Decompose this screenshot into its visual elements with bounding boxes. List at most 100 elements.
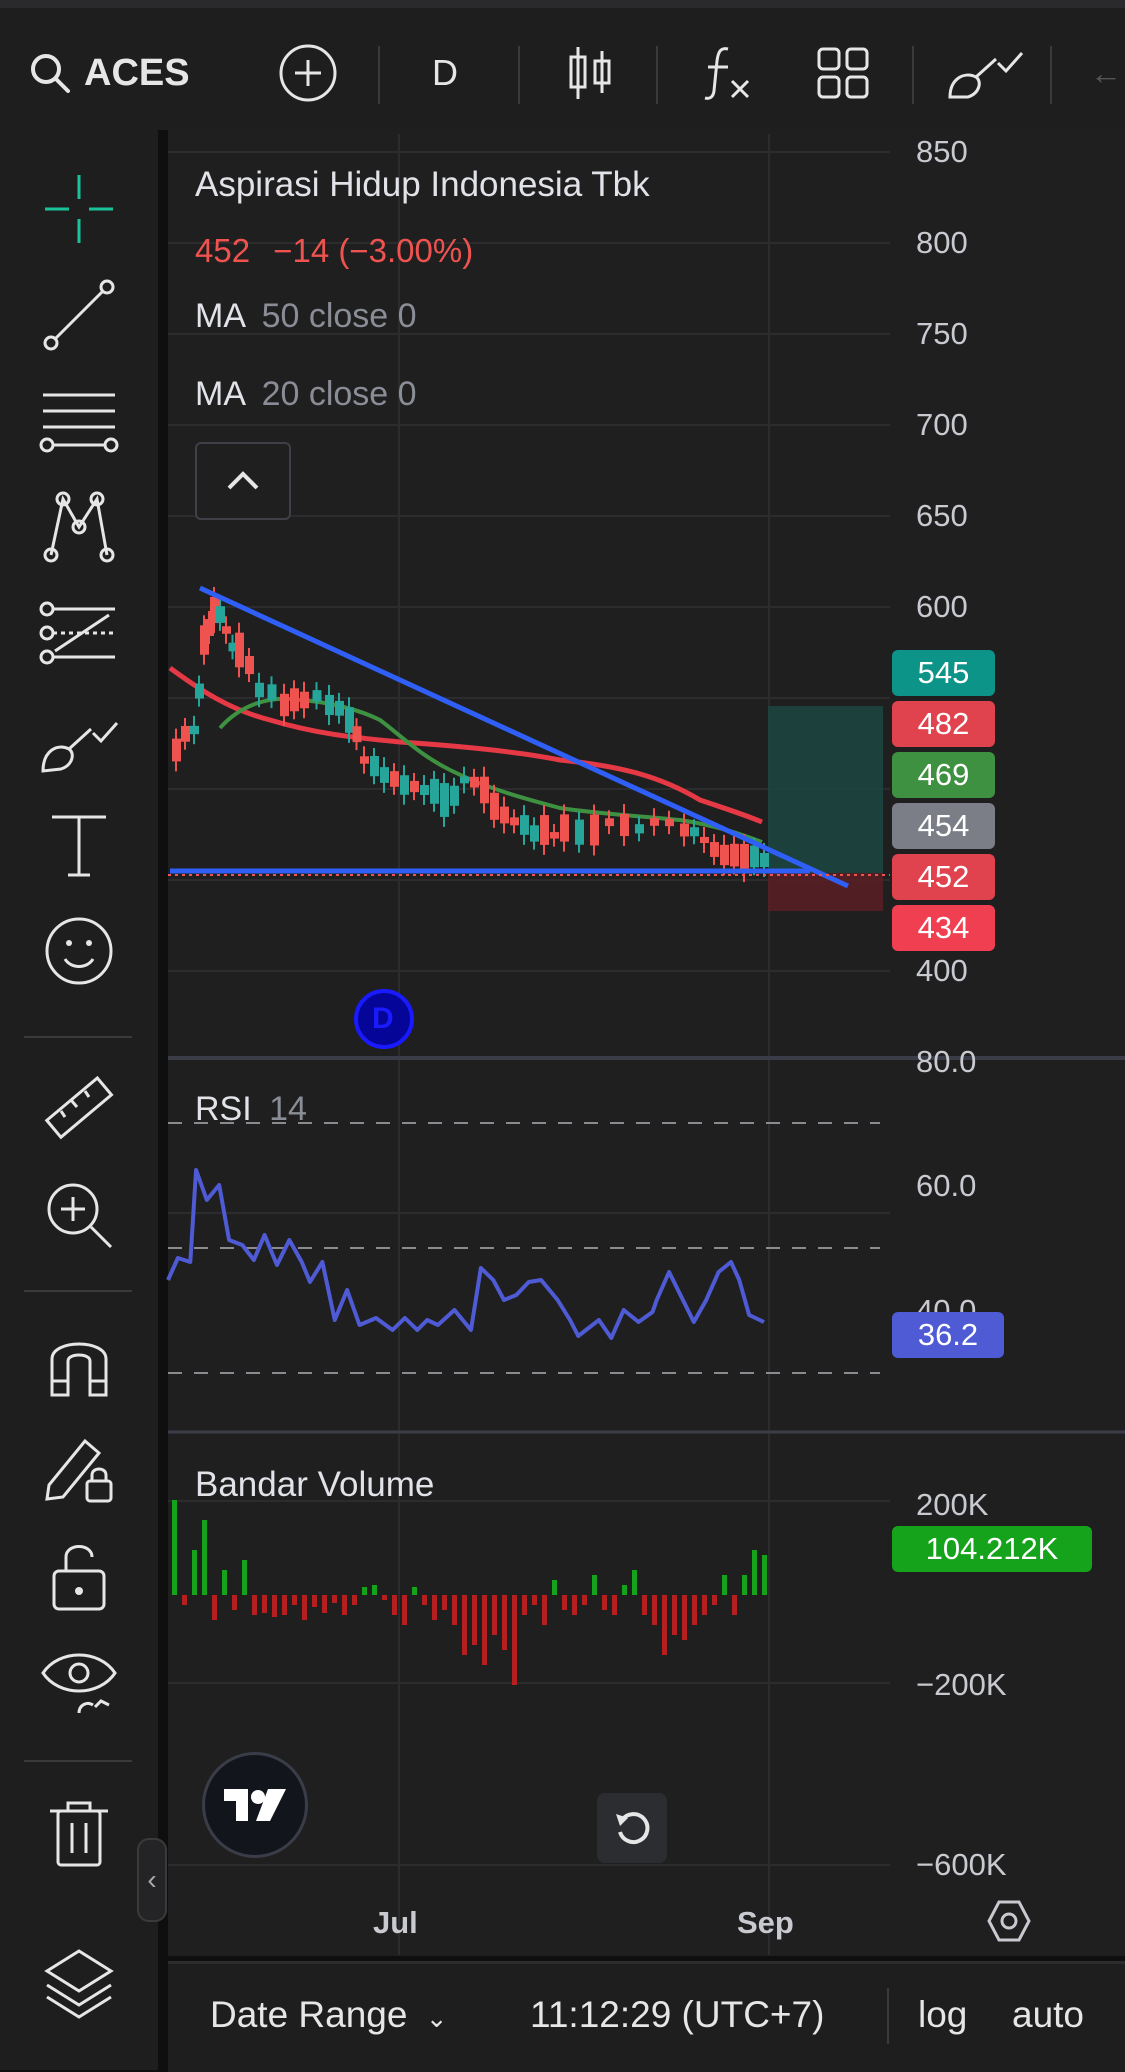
trash-icon (50, 1801, 108, 1867)
ma20-legend[interactable]: MA 20 close 0 (195, 375, 417, 414)
trendline-tool[interactable] (38, 274, 120, 356)
bottom-separator (887, 1988, 889, 2044)
function-fx-icon (704, 47, 750, 100)
ruler-icon (44, 1075, 114, 1140)
sidebar-divider (24, 1290, 132, 1292)
volume-axis-neg600k: −600K (916, 1847, 1007, 1882)
price-axis-label: 600 (916, 589, 968, 624)
last-price: 452 (195, 232, 251, 269)
time-axis-label-sep: Sep (737, 1905, 794, 1940)
rsi-legend[interactable]: RSI 14 (195, 1090, 307, 1129)
drawing-toolbar (0, 128, 158, 2070)
rsi-param: 14 (269, 1090, 307, 1128)
brush-icon (948, 52, 1024, 99)
symbol-label: ACES (84, 51, 190, 94)
bottom-bar: Date Range ⌄ 11:12:29 (UTC+7) log auto (168, 1962, 1125, 2072)
price-axis-label: 850 (916, 134, 968, 169)
log-scale-toggle[interactable]: log (918, 1994, 967, 2036)
lock-drawings-tool[interactable] (38, 1428, 120, 1510)
time-axis-label-jul: Jul (373, 1905, 418, 1940)
brush-tool[interactable] (38, 698, 120, 780)
pencil-lock-icon (45, 1438, 113, 1503)
visibility-tool[interactable] (38, 1640, 120, 1722)
separator (378, 46, 380, 104)
volume-legend[interactable]: Bandar Volume (195, 1465, 434, 1505)
tradingview-logo-icon (224, 1789, 286, 1821)
grid-icon (817, 47, 869, 99)
auto-scale-toggle[interactable]: auto (1012, 1994, 1084, 2036)
magnet-tool[interactable] (38, 1322, 120, 1404)
object-tree-tool[interactable] (38, 1940, 120, 2022)
sidebar-divider (24, 1760, 132, 1762)
candlestick-icon (569, 47, 611, 99)
unlock-icon (52, 1545, 106, 1611)
separator (656, 46, 658, 104)
chevron-down-icon: ⌄ (425, 2003, 448, 2033)
date-range-button[interactable]: Date Range ⌄ (210, 1994, 448, 2036)
horizontal-lines-icon (39, 393, 119, 453)
unlock-tool[interactable] (38, 1534, 120, 1616)
brush-icon (41, 722, 119, 773)
ma50-params: 50 close 0 (261, 297, 417, 335)
layouts-button[interactable] (816, 38, 870, 108)
sidebar-divider (24, 1036, 132, 1038)
price-axis-label: 700 (916, 407, 968, 442)
chart-settings-button[interactable] (986, 1898, 1032, 1949)
symbol-search[interactable]: ACES (28, 38, 190, 108)
eye-icon (41, 1653, 117, 1714)
sidebar-collapse-button[interactable]: ‹ (137, 1838, 167, 1922)
more-arrow[interactable]: ← (1090, 38, 1122, 108)
legend-collapse-button[interactable] (195, 442, 291, 520)
separator (518, 46, 520, 104)
price-badge: 482 (892, 701, 995, 747)
measure-tool[interactable] (38, 1068, 120, 1150)
rsi-value-badge: 36.2 (892, 1312, 1004, 1358)
ma50-legend[interactable]: MA 50 close 0 (195, 297, 417, 336)
crosshair-icon (45, 175, 113, 243)
price-badge: 434 (892, 905, 995, 951)
compare-add-button[interactable] (278, 38, 338, 108)
chevron-up-icon (227, 471, 259, 490)
forecast-tool[interactable] (38, 592, 120, 674)
price-axis-label: 800 (916, 225, 968, 260)
volume-value-badge: 104.212K (892, 1526, 1092, 1572)
forecast-icon (39, 601, 115, 665)
clock-time[interactable]: 11:12:29 (UTC+7) (530, 1994, 824, 2036)
settings-hexagon-icon (987, 1900, 1031, 1942)
zoom-tool[interactable] (38, 1174, 120, 1256)
rsi-axis-60: 60.0 (916, 1168, 977, 1203)
fib-tool[interactable] (38, 380, 120, 462)
price-axis-label: 650 (916, 498, 968, 533)
price-change: −14 (−3.00%) (273, 232, 474, 269)
dividend-marker-label: D (372, 1002, 394, 1035)
chevron-left-icon: ‹ (147, 1864, 157, 1895)
layers-icon (44, 1949, 114, 2019)
instrument-name: Aspirasi Hidup Indonesia Tbk (195, 165, 650, 204)
price-axis-label: 400 (916, 953, 968, 988)
date-range-label: Date Range (210, 1994, 408, 2035)
crosshair-tool[interactable] (38, 168, 120, 250)
drawing-brush-button[interactable] (946, 38, 1026, 108)
reset-chart-button[interactable] (597, 1793, 667, 1863)
arrow-left-icon: ← (1090, 54, 1122, 91)
delete-tool[interactable] (38, 1792, 120, 1874)
top-toolbar: ACES D ← (0, 0, 1125, 130)
ma20-label: MA (195, 375, 245, 413)
price-axis-label: 750 (916, 316, 968, 351)
indicators-button[interactable] (702, 38, 754, 108)
price-badge: 454 (892, 803, 995, 849)
chart-type-button[interactable] (566, 38, 614, 108)
price-change-row: 452 −14 (−3.00%) (195, 232, 473, 270)
ma50-label: MA (195, 297, 245, 335)
pattern-tool[interactable] (38, 486, 120, 568)
price-badge: 469 (892, 752, 995, 798)
smiley-icon (45, 917, 113, 985)
interval-button[interactable]: D (432, 38, 458, 108)
search-icon (31, 54, 70, 93)
text-tool[interactable] (38, 804, 120, 886)
emoji-tool[interactable] (38, 910, 120, 992)
tradingview-logo[interactable] (202, 1752, 308, 1858)
interval-label: D (432, 52, 458, 93)
rsi-axis-80: 80.0 (916, 1044, 977, 1079)
rsi-label: RSI (195, 1090, 252, 1128)
